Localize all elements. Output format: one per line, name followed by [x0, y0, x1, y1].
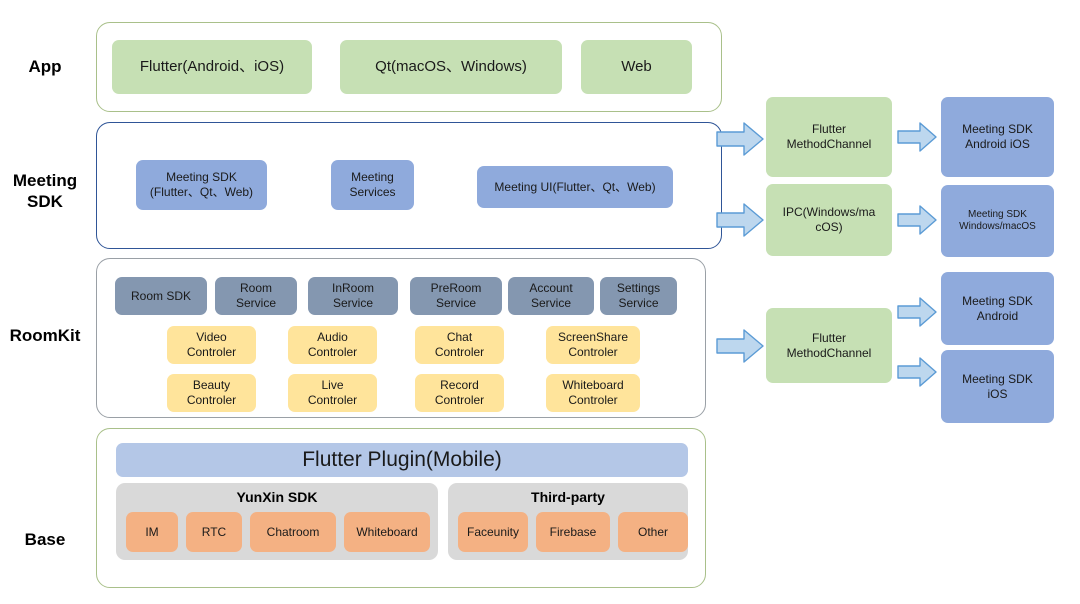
base-group-third-party-title: Third-party	[531, 489, 605, 505]
app-node-web[interactable]: Web	[581, 40, 692, 94]
roomkit-controller-live[interactable]: Live Controler	[288, 374, 377, 412]
meeting-sdk-node-services[interactable]: Meeting Services	[331, 160, 414, 210]
bridge-node-methodchannel-bottom[interactable]: Flutter MethodChannel	[766, 308, 892, 383]
base-flutter-plugin-bar[interactable]: Flutter Plugin(Mobile)	[116, 443, 688, 477]
row-label-meeting-sdk: Meeting SDK	[12, 171, 78, 212]
base-group-yunxin-sdk-title: YunXin SDK	[236, 489, 318, 505]
architecture-diagram: App Meeting SDK RoomKit Base Flutter(And…	[0, 0, 1080, 604]
target-node-ios[interactable]: Meeting SDK iOS	[941, 350, 1054, 423]
meeting-sdk-node-ui[interactable]: Meeting UI(Flutter、Qt、Web)	[477, 166, 673, 208]
base-item-im[interactable]: IM	[126, 512, 178, 552]
base-item-other[interactable]: Other	[618, 512, 688, 552]
roomkit-service-settings-service[interactable]: Settings Service	[600, 277, 677, 315]
target-node-android[interactable]: Meeting SDK Android	[941, 272, 1054, 345]
roomkit-service-account-service[interactable]: Account Service	[508, 277, 594, 315]
bridge-node-ipc[interactable]: IPC(Windows/ma cOS)	[766, 184, 892, 256]
arrow-methodchannel-to-android-ios	[897, 122, 937, 152]
target-node-windows-macos[interactable]: Meeting SDK Windows/macOS	[941, 185, 1054, 257]
arrow-meeting-sdk-to-ipc	[716, 203, 764, 237]
roomkit-controller-screenshare[interactable]: ScreenShare Controler	[546, 326, 640, 364]
roomkit-service-room-service[interactable]: Room Service	[215, 277, 297, 315]
meeting-sdk-node-sdk[interactable]: Meeting SDK (Flutter、Qt、Web)	[136, 160, 267, 210]
row-label-base: Base	[24, 530, 66, 549]
arrow-methodchannel-to-ios	[897, 357, 937, 387]
roomkit-controller-video[interactable]: Video Controler	[167, 326, 256, 364]
arrow-ipc-to-windows-macos	[897, 205, 937, 235]
arrow-roomkit-to-methodchannel	[716, 329, 764, 363]
roomkit-controller-audio[interactable]: Audio Controler	[288, 326, 377, 364]
roomkit-service-inroom-service[interactable]: InRoom Service	[308, 277, 398, 315]
roomkit-controller-record[interactable]: Record Controler	[415, 374, 504, 412]
base-item-faceunity[interactable]: Faceunity	[458, 512, 528, 552]
arrow-meeting-sdk-to-methodchannel	[716, 122, 764, 156]
base-item-whiteboard[interactable]: Whiteboard	[344, 512, 430, 552]
bridge-node-methodchannel-top[interactable]: Flutter MethodChannel	[766, 97, 892, 177]
roomkit-service-room-sdk[interactable]: Room SDK	[115, 277, 207, 315]
base-item-firebase[interactable]: Firebase	[536, 512, 610, 552]
arrow-methodchannel-to-android	[897, 297, 937, 327]
base-item-chatroom[interactable]: Chatroom	[250, 512, 336, 552]
roomkit-controller-beauty[interactable]: Beauty Controler	[167, 374, 256, 412]
target-node-android-ios[interactable]: Meeting SDK Android iOS	[941, 97, 1054, 177]
app-node-qt[interactable]: Qt(macOS、Windows)	[340, 40, 562, 94]
base-item-rtc[interactable]: RTC	[186, 512, 242, 552]
row-label-app: App	[28, 57, 62, 76]
app-node-flutter[interactable]: Flutter(Android、iOS)	[112, 40, 312, 94]
roomkit-service-preroom-service[interactable]: PreRoom Service	[410, 277, 502, 315]
row-label-roomkit: RoomKit	[9, 326, 81, 345]
roomkit-controller-chat[interactable]: Chat Controler	[415, 326, 504, 364]
roomkit-controller-whiteboard[interactable]: Whiteboard Controler	[546, 374, 640, 412]
